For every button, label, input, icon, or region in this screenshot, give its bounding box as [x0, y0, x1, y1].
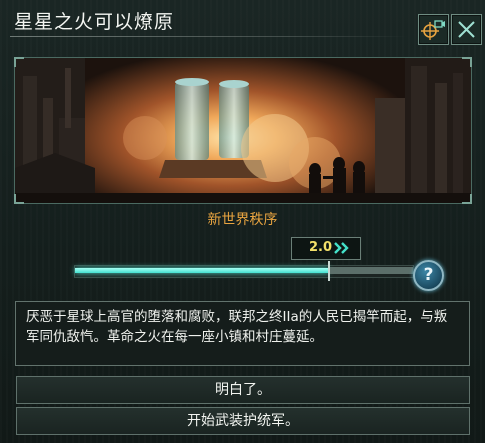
frame-corner — [462, 57, 472, 67]
close-button[interactable] — [451, 14, 482, 45]
locate-camera-button[interactable] — [418, 14, 449, 45]
event-name: 新世界秩序 — [207, 212, 278, 228]
dialog-title: 星星之火可以燎原 — [14, 11, 175, 33]
event-timer-remaining — [330, 267, 413, 274]
close-icon — [458, 21, 475, 38]
help-button[interactable]: ? — [413, 260, 444, 291]
fast-forward-icon — [334, 242, 349, 254]
speed-value: 2.0 — [309, 240, 333, 255]
frame-corner — [462, 194, 472, 204]
choice-arm-button[interactable]: 开始武装护统军。 — [16, 407, 470, 435]
event-timer-bar — [74, 261, 414, 281]
title-divider — [10, 36, 408, 37]
frame-corner — [14, 194, 24, 204]
battle-scene-image — [15, 58, 471, 203]
event-timer-fill — [75, 268, 329, 273]
event-description: 厌恶于星球上高官的堕落和腐败，联邦之终IIa的人民已揭竿而起，与叛军同仇敌忾。革… — [26, 309, 448, 345]
event-illustration — [14, 57, 472, 204]
event-dialog: 星星之火可以燎原 新世界秩序 2.0 ? 厌恶于星球上高官的堕落和腐败，联邦之终… — [0, 0, 485, 443]
event-description-box: 厌恶于星球上高官的堕落和腐败，联邦之终IIa的人民已揭竿而起，与叛军同仇敌忾。革… — [15, 301, 470, 366]
choice-acknowledge-button[interactable]: 明白了。 — [16, 376, 470, 404]
game-speed-indicator[interactable]: 2.0 — [291, 237, 361, 260]
event-timer-marker — [328, 261, 330, 281]
frame-corner — [14, 57, 24, 67]
locate-camera-icon — [421, 20, 445, 40]
